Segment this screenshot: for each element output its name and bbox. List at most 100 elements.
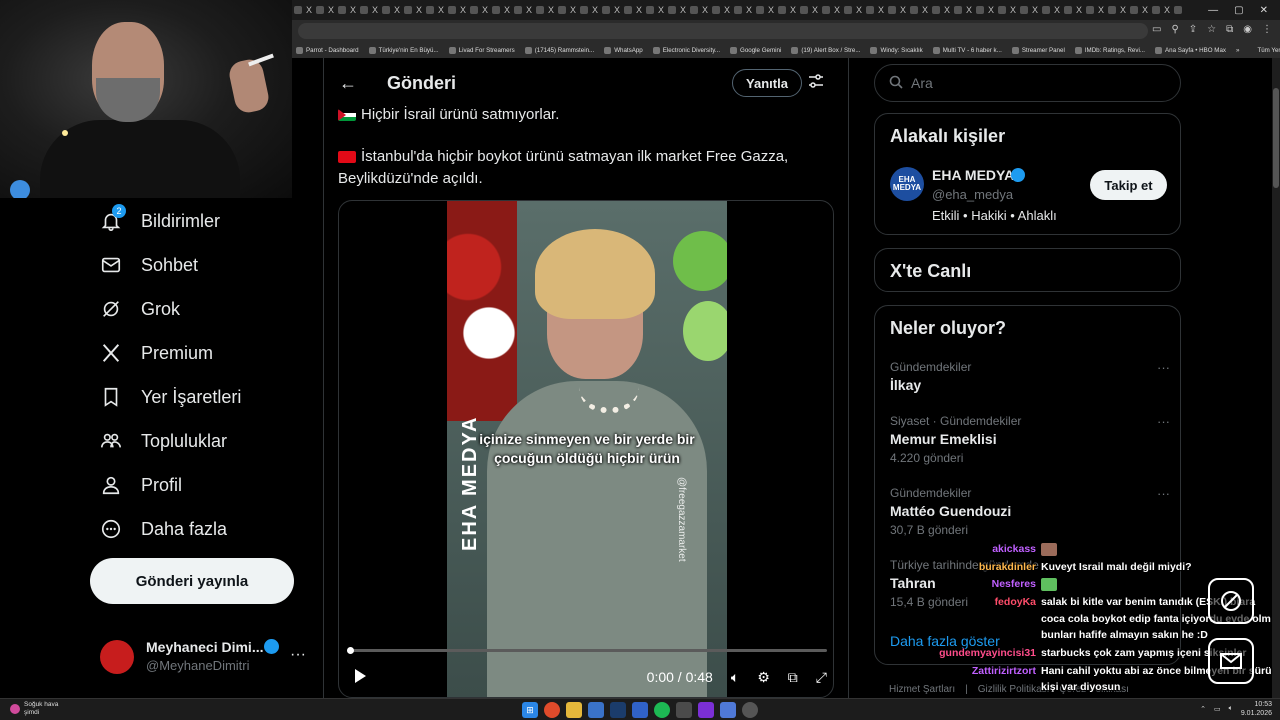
app-icon[interactable] [720,702,736,718]
steam-icon[interactable] [610,702,626,718]
progress-handle[interactable] [347,647,354,654]
browser-tab[interactable]: X [468,0,490,20]
bookmark-item[interactable]: Windy: Sıcaklık [870,46,923,54]
close-tab-icon[interactable]: X [482,5,488,15]
close-tab-icon[interactable]: X [1054,5,1060,15]
browser-tab[interactable]: X [842,0,864,20]
trend-item[interactable]: Siyaset · Gündemdekiler Memur Emeklisi 4.2… [890,414,1170,465]
browser-tab[interactable]: X [292,0,314,20]
obs-icon[interactable] [742,702,758,718]
extensions-icon[interactable]: ⧉ [1226,24,1233,35]
minimize-icon[interactable]: — [1208,5,1218,16]
browser-tab[interactable]: X [1106,0,1128,20]
browser-tab[interactable]: X [314,0,336,20]
bookmark-item[interactable]: Google Gemini [730,46,781,54]
app-icon[interactable] [676,702,692,718]
nav-item-topluluklar[interactable]: Topluluklar [98,426,227,456]
close-tab-icon[interactable]: X [790,5,796,15]
close-tab-icon[interactable]: X [812,5,818,15]
close-tab-icon[interactable]: X [460,5,466,15]
zoom-icon[interactable]: ⚲ [1171,24,1178,35]
browser-tab[interactable]: X [556,0,578,20]
play-icon[interactable] [353,668,367,687]
fullscreen-icon[interactable]: ⤢ [816,669,827,686]
bookmark-item[interactable]: Livad For Streamers [448,46,515,54]
close-tab-icon[interactable]: X [658,5,664,15]
nav-item-grok[interactable]: Grok [98,294,180,324]
browser-tab[interactable]: X [732,0,754,20]
trend-item[interactable]: Gündemdekiler İlkay ··· [890,360,1170,393]
browser-tab[interactable]: X [1084,0,1106,20]
nav-item-bildirimler[interactable]: 2 Bildirimler [98,204,220,236]
close-tab-icon[interactable]: X [548,5,554,15]
browser-tab[interactable]: X [710,0,732,20]
bookmark-item[interactable]: (19) Alert Box / Stre... [791,46,860,54]
volume-icon[interactable]: 🔈︎ [731,669,739,686]
follow-button[interactable]: Takip et [1090,170,1167,200]
network-icon[interactable]: ▭ [1214,705,1221,713]
close-tab-icon[interactable]: X [614,5,620,15]
speaker-icon[interactable]: 🔈︎ [1229,705,1233,713]
account-switcher[interactable]: Meyhaneci Dimi... @MeyhaneDimitri ··· [100,636,310,676]
clock[interactable]: 10:53 9.01.2026 [1241,700,1272,718]
browser-tab[interactable]: X [1018,0,1040,20]
bookmark-item[interactable]: (17145) Rammstein... [524,46,594,54]
trend-item[interactable]: Gündemdekiler Mattéo Guendouzi 30,7 B gönd… [890,486,1170,537]
close-tab-icon[interactable]: X [900,5,906,15]
cast-icon[interactable]: ▭ [1152,24,1161,35]
browser-tab[interactable]: X [952,0,974,20]
browser-tab[interactable]: X [336,0,358,20]
browser-tab[interactable]: X [996,0,1018,20]
close-tab-icon[interactable]: X [856,5,862,15]
close-tab-icon[interactable]: X [350,5,356,15]
browser-tab[interactable]: X [490,0,512,20]
pip-icon[interactable]: ⧉ [788,669,798,686]
nav-item-daha-fazla[interactable]: Daha fazla [98,514,227,544]
browser-tab[interactable]: X [578,0,600,20]
browser-tab[interactable]: X [886,0,908,20]
browser-tab[interactable]: X [446,0,468,20]
browser-tab[interactable]: X [930,0,952,20]
browser-tab[interactable]: X [776,0,798,20]
x-live-card[interactable]: X'te Canlı [874,248,1181,292]
scrollbar[interactable] [1272,58,1280,698]
reply-button[interactable]: Yanıtla [732,69,802,97]
folder-icon[interactable] [566,702,582,718]
bookmarks-overflow-icon[interactable]: » [1236,47,1247,54]
bookmark-item[interactable]: WhatsApp [604,46,643,54]
browser-tab[interactable]: X [622,0,644,20]
close-tab-icon[interactable]: X [570,5,576,15]
close-tab-icon[interactable]: X [1164,5,1170,15]
star-icon[interactable]: ☆ [1207,24,1216,35]
browser-tab[interactable]: X [1062,0,1084,20]
post-button[interactable]: Gönderi yayınla [90,558,294,604]
close-tab-icon[interactable]: X [988,5,994,15]
close-window-icon[interactable]: ✕ [1260,5,1268,16]
close-tab-icon[interactable]: X [1098,5,1104,15]
close-tab-icon[interactable]: X [592,5,598,15]
trend-more-icon[interactable]: ··· [1157,486,1170,501]
close-tab-icon[interactable]: X [636,5,642,15]
browser-tab[interactable]: X [908,0,930,20]
twitch-icon[interactable] [698,702,714,718]
spotify-icon[interactable] [654,702,670,718]
bookmark-item[interactable]: Parrot - Dashboard [296,46,359,54]
close-tab-icon[interactable]: X [1076,5,1082,15]
bookmark-item[interactable]: Multi TV - 6 haber k... [932,46,1002,54]
bookmark-item[interactable]: IMDb: Ratings, Revi... [1074,46,1145,54]
bookmark-item[interactable]: Ana Sayfa • HBO Max [1155,46,1226,54]
nav-item-yer-i-aretleri[interactable]: Yer İşaretleri [98,382,241,412]
menu-icon[interactable]: ⋮ [1262,24,1272,35]
close-tab-icon[interactable]: X [526,5,532,15]
chrome-icon[interactable] [544,702,560,718]
close-tab-icon[interactable]: X [438,5,444,15]
browser-tab[interactable]: X [402,0,424,20]
search-box[interactable]: Ara [874,64,1181,102]
close-tab-icon[interactable]: X [724,5,730,15]
video-player[interactable]: içinize sinmeyen ve bir yerde bir çocuğu… [338,200,834,698]
browser-tab[interactable]: X [820,0,842,20]
back-arrow-icon[interactable]: ← [338,73,358,93]
browser-tab[interactable]: X [380,0,402,20]
browser-tab[interactable]: X [798,0,820,20]
browser-tab[interactable]: X [1128,0,1150,20]
